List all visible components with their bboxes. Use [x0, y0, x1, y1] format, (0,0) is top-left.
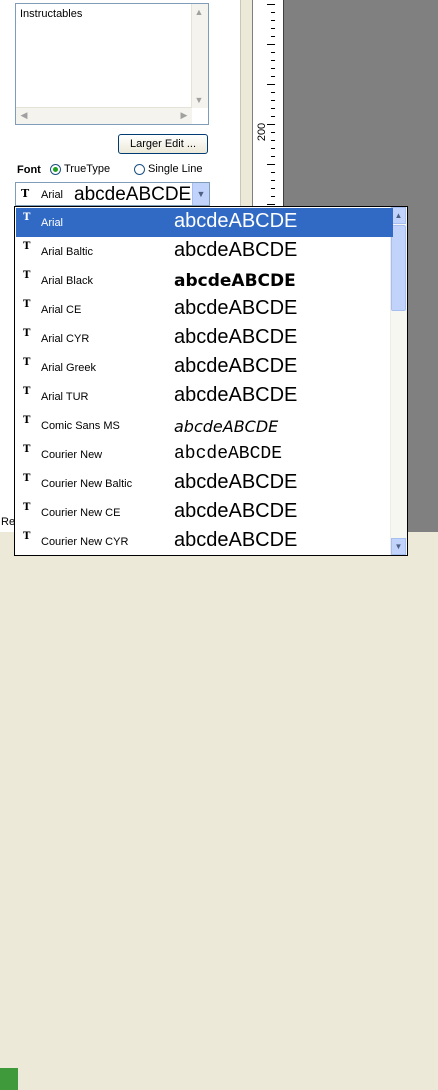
ruler-tick	[267, 84, 275, 85]
truetype-icon: T	[23, 357, 31, 368]
font-sample: abcdeABCDE	[174, 444, 283, 464]
font-sample: abcdeABCDE	[174, 271, 296, 291]
truetype-icon: T	[23, 473, 31, 484]
font-name: Arial Baltic	[41, 246, 93, 258]
font-list-item[interactable]: T Arial CE abcdeABCDE	[16, 295, 393, 324]
text-content: Instructables	[20, 8, 83, 20]
truetype-icon: T	[23, 444, 31, 455]
textarea-vertical-scrollbar[interactable]: ▲ ▼	[191, 4, 208, 108]
font-sample: abcdeABCDE	[174, 471, 298, 493]
font-sample: abcdeABCDE	[174, 384, 298, 406]
font-list-item[interactable]: T Arial TUR abcdeABCDE	[16, 382, 393, 411]
status-text: Re	[1, 516, 16, 528]
radio-selected-icon	[50, 163, 61, 175]
font-list-item[interactable]: T Courier New CE abcdeABCDE	[16, 498, 393, 527]
start-button[interactable]	[0, 1068, 18, 1090]
truetype-icon: T	[23, 299, 31, 310]
font-name: Arial Black	[41, 275, 93, 287]
truetype-icon: T	[23, 415, 31, 426]
font-name: Courier New CE	[41, 507, 121, 519]
chevron-down-icon[interactable]: ▼	[192, 183, 209, 205]
font-sample: abcdeABCDE	[174, 297, 298, 319]
font-sample: abcdeABCDE	[174, 326, 298, 348]
ruler-tick	[267, 44, 275, 45]
font-sample: abcdeABCDE	[174, 210, 298, 232]
scroll-up-icon[interactable]: ▲	[391, 207, 406, 224]
ruler-tick	[267, 4, 275, 5]
scroll-down-icon[interactable]: ▼	[192, 93, 206, 107]
truetype-icon: T	[23, 386, 31, 397]
truetype-icon: T	[23, 241, 31, 252]
font-list-item[interactable]: T Courier New CYR abcdeABCDE	[16, 527, 393, 555]
textarea-horizontal-scrollbar[interactable]: ◀ ▶	[16, 107, 192, 124]
font-label: Font	[17, 164, 41, 176]
font-dropdown-list[interactable]: ▲ ▼ T Arial abcdeABCDE T Arial Baltic abcdeAB…	[14, 206, 408, 556]
ruler-tick	[267, 204, 275, 205]
truetype-icon: T	[23, 270, 31, 281]
font-name: Courier New CYR	[41, 536, 129, 548]
scrollbar-thumb[interactable]	[391, 225, 406, 311]
font-list-item[interactable]: T Comic Sans MS abcdeABCDE	[16, 411, 393, 440]
font-name: Courier New Baltic	[41, 478, 133, 490]
font-sample: abcdeABCDE	[174, 500, 298, 522]
ruler-tick	[267, 164, 275, 165]
radio-truetype-label: TrueType	[64, 163, 111, 175]
truetype-icon: T	[23, 328, 31, 339]
font-name: Arial CYR	[41, 333, 90, 345]
font-list-item[interactable]: T Arial Black abcdeABCDE	[16, 266, 393, 295]
radio-truetype[interactable]: TrueType	[50, 163, 110, 175]
font-name: Arial	[41, 217, 64, 229]
font-sample: abcdeABCDE	[174, 239, 298, 261]
combo-font-sample: abcdeABCDE	[74, 184, 192, 205]
font-name: Comic Sans MS	[41, 420, 120, 432]
larger-edit-button[interactable]: Larger Edit ...	[118, 134, 208, 154]
font-list-item[interactable]: T Arial abcdeABCDE	[16, 208, 393, 237]
font-name: Arial Greek	[41, 362, 97, 374]
font-name: Arial TUR	[41, 391, 89, 403]
text-input-area[interactable]: Instructables ▲ ▼ ◀ ▶	[15, 3, 209, 125]
font-sample: abcdeABCDE	[174, 355, 298, 377]
font-list-item[interactable]: T Courier New abcdeABCDE	[16, 440, 393, 469]
font-sample: abcdeABCDE	[174, 529, 298, 551]
font-name: Courier New	[41, 449, 103, 461]
scroll-up-icon[interactable]: ▲	[192, 5, 206, 19]
font-list-item[interactable]: T Courier New Baltic abcdeABCDE	[16, 469, 393, 498]
truetype-icon: T	[23, 212, 31, 223]
radio-single-line-label: Single Line	[148, 163, 203, 175]
truetype-icon: T	[23, 502, 31, 513]
font-list-item[interactable]: T Arial Baltic abcdeABCDE	[16, 237, 393, 266]
font-list-item[interactable]: T Arial Greek abcdeABCDE	[16, 353, 393, 382]
ruler-tick	[267, 124, 275, 125]
scroll-left-icon[interactable]: ◀	[17, 108, 31, 122]
font-list-item[interactable]: T Arial CYR abcdeABCDE	[16, 324, 393, 353]
font-combobox[interactable]: T Arial abcdeABCDE ▼	[15, 182, 210, 206]
scroll-down-icon[interactable]: ▼	[391, 538, 406, 555]
combo-font-name: Arial	[41, 189, 64, 201]
font-sample: abcdeABCDE	[174, 417, 279, 436]
scroll-right-icon[interactable]: ▶	[177, 108, 191, 122]
font-name: Arial CE	[41, 304, 82, 316]
ruler-label: 200	[256, 122, 269, 142]
truetype-icon: T	[23, 531, 31, 542]
radio-unselected-icon	[134, 163, 145, 175]
truetype-icon: T	[21, 187, 30, 200]
radio-single-line[interactable]: Single Line	[134, 163, 202, 175]
